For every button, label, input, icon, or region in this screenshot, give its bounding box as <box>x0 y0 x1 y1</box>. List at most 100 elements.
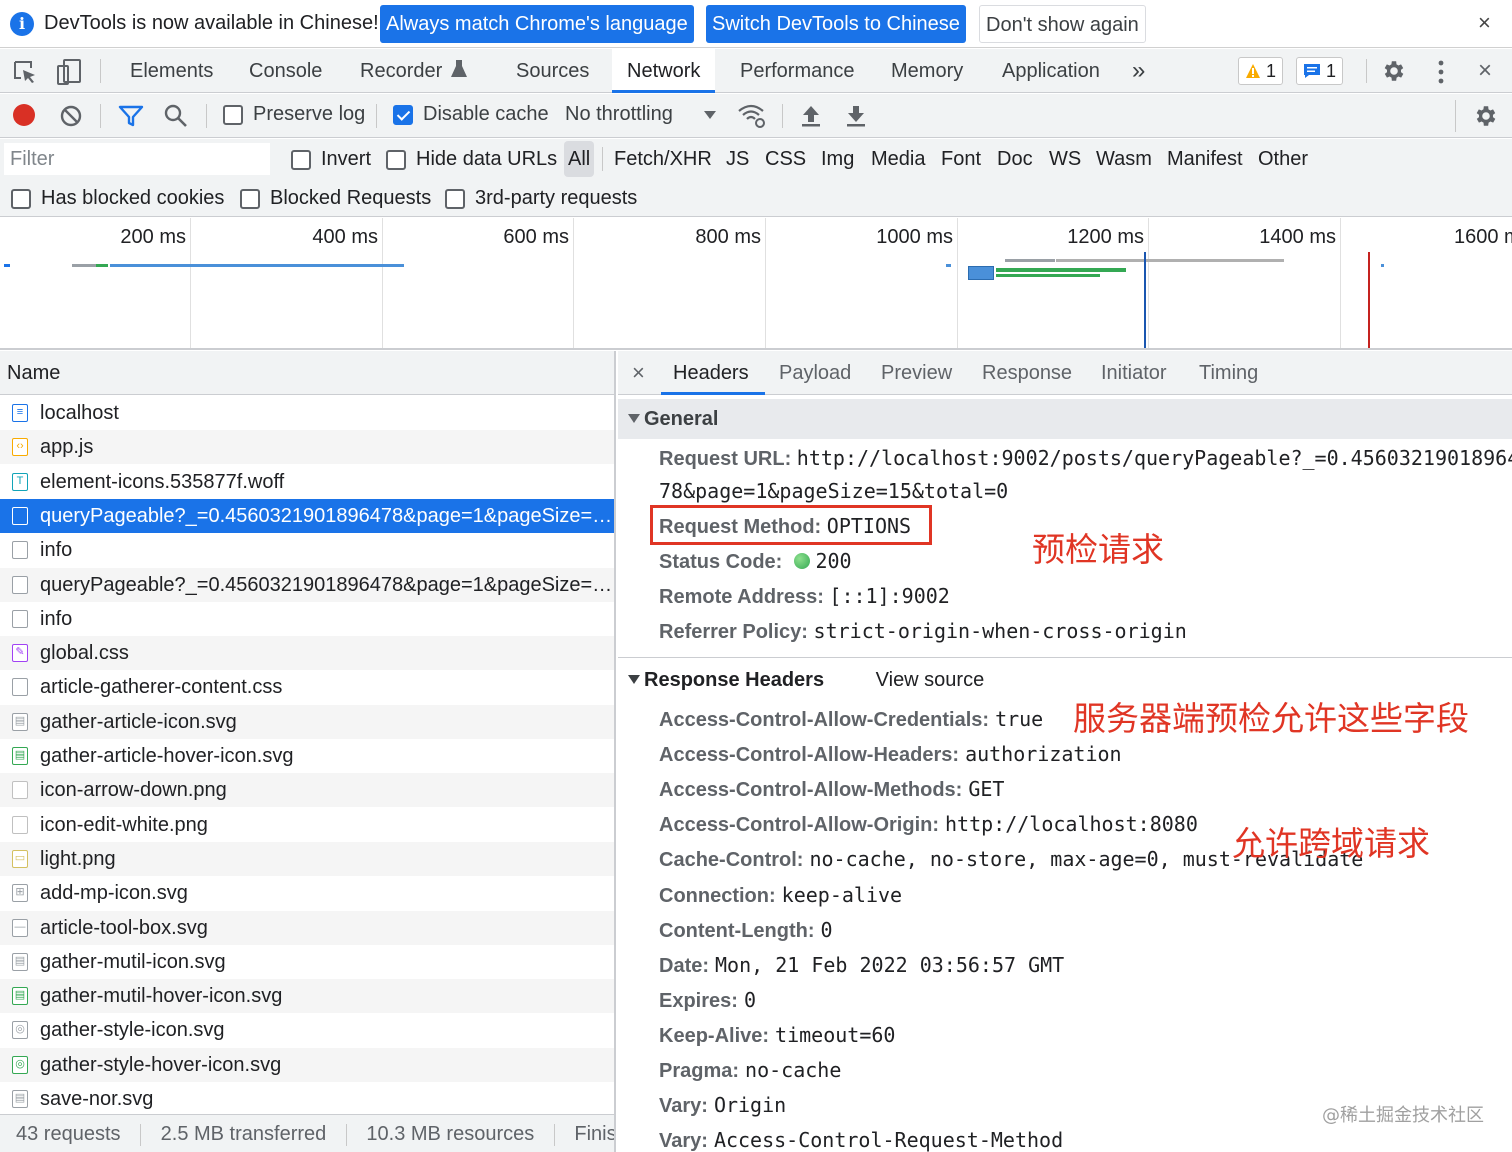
response-header-row: Access-Control-Allow-Headers: authorizati… <box>659 739 1122 769</box>
watermark: @稀土掘金技术社区 <box>1322 1105 1484 1126</box>
tab-performance[interactable]: Performance <box>740 49 855 93</box>
network-settings-gear-icon[interactable] <box>1473 103 1499 129</box>
request-method-row: Request Method: OPTIONS <box>659 511 911 541</box>
summary-finish: Finish: 1 <box>574 1123 616 1145</box>
request-row[interactable]: icon-edit-white.png <box>0 808 614 842</box>
kebab-menu-icon[interactable] <box>1436 59 1446 85</box>
detail-tab-headers[interactable]: Headers <box>661 351 765 395</box>
annotation-preflight: 预检请求 <box>1032 530 1164 569</box>
tab-memory[interactable]: Memory <box>891 49 963 93</box>
request-row[interactable]: Telement-icons.535877f.woff <box>0 465 614 499</box>
switch-to-chinese-button[interactable]: Switch DevTools to Chinese <box>706 5 966 43</box>
request-row[interactable]: ◎ gather-style-hover-icon.svg <box>0 1047 614 1082</box>
preserve-log-label: Preserve log <box>253 103 366 125</box>
blocked-requests-toggle[interactable]: Blocked Requests <box>240 187 431 210</box>
preserve-log-toggle[interactable]: Preserve log <box>223 103 365 126</box>
request-row[interactable]: ◎ gather-style-icon.svg <box>0 1013 614 1047</box>
filter-type-wasm[interactable]: Wasm <box>1092 141 1156 177</box>
request-row[interactable]: info <box>0 533 614 567</box>
tab-console[interactable]: Console <box>249 49 322 93</box>
name-column-header[interactable]: Name <box>0 351 614 395</box>
filter-type-fetch-xhr[interactable]: Fetch/XHR <box>610 141 716 177</box>
filter-type-js[interactable]: JS <box>722 141 753 177</box>
filter-type-doc[interactable]: Doc <box>993 141 1037 177</box>
filter-type-manifest[interactable]: Manifest <box>1163 141 1247 177</box>
record-icon[interactable] <box>13 104 35 126</box>
messages-badge[interactable]: 1 <box>1296 57 1344 85</box>
view-source-link[interactable]: View source <box>876 669 985 691</box>
device-toolbar-icon[interactable] <box>56 58 82 86</box>
filter-type-ws[interactable]: WS <box>1045 141 1085 177</box>
always-match-language-button[interactable]: Always match Chrome's language <box>380 5 694 43</box>
file-icon <box>12 815 28 834</box>
filter-type-all[interactable]: All <box>564 141 595 177</box>
dont-show-again-button[interactable]: Don't show again <box>979 5 1146 43</box>
request-row[interactable]: ▤ gather-mutil-hover-icon.svg <box>0 979 614 1014</box>
settings-gear-icon[interactable] <box>1381 58 1407 84</box>
hide-data-urls-toggle[interactable]: Hide data URLs <box>386 148 557 171</box>
blocked-requests-checkbox[interactable] <box>240 188 260 209</box>
network-conditions-icon[interactable] <box>737 103 767 129</box>
request-row[interactable]: info <box>0 602 614 636</box>
filter-type-css[interactable]: CSS <box>761 141 810 177</box>
tab-application[interactable]: Application <box>1002 49 1100 93</box>
invert-checkbox[interactable] <box>291 149 311 170</box>
request-row[interactable]: — article-tool-box.svg <box>0 910 614 945</box>
request-row[interactable]: icon-arrow-down.png <box>0 773 614 808</box>
filter-type-media[interactable]: Media <box>867 141 929 177</box>
request-row[interactable]: ▭ light.png <box>0 841 614 876</box>
tab-sources[interactable]: Sources <box>516 49 589 93</box>
filter-type-font[interactable]: Font <box>937 141 985 177</box>
timeline-overview[interactable]: 200 ms 400 ms 600 ms 800 ms 1000 ms 1200… <box>0 218 1512 350</box>
detail-tab-response[interactable]: Response <box>982 351 1072 395</box>
detail-tab-preview[interactable]: Preview <box>881 351 952 395</box>
hide-data-urls-label: Hide data URLs <box>416 148 558 170</box>
file-icon: ‹› <box>12 438 28 457</box>
throttling-select[interactable]: No throttling <box>565 103 717 126</box>
response-header-key: Expires: <box>659 989 738 1012</box>
tab-network[interactable]: Network <box>612 49 716 93</box>
request-row[interactable]: ▤ gather-mutil-icon.svg <box>0 945 614 979</box>
inspect-element-icon[interactable] <box>12 59 38 85</box>
filter-funnel-icon[interactable] <box>118 104 144 128</box>
search-icon[interactable] <box>163 103 189 129</box>
request-row[interactable]: ▤ save-nor.svg <box>0 1082 614 1116</box>
request-row[interactable]: queryPageable?_=0.4560321901896478&page=… <box>0 498 614 533</box>
response-header-key: Access-Control-Allow-Origin: <box>659 814 940 837</box>
detail-tab-payload[interactable]: Payload <box>779 351 851 395</box>
request-row[interactable]: ‹› app.js <box>0 430 614 465</box>
request-row[interactable]: ✎ global.css <box>0 636 614 671</box>
tab-recorder[interactable]: Recorder <box>360 49 468 93</box>
filter-type-img[interactable]: Img <box>817 141 858 177</box>
request-row[interactable]: ▤ gather-article-hover-icon.svg <box>0 739 614 773</box>
request-row[interactable]: ⊞ add-mp-icon.svg <box>0 876 614 910</box>
request-row[interactable]: article-gatherer-content.css <box>0 670 614 704</box>
request-row[interactable]: ▤ gather-article-icon.svg <box>0 704 614 739</box>
request-row[interactable]: queryPageable?_=0.4560321901896478&page=… <box>0 567 614 602</box>
general-section-header[interactable]: General <box>618 399 1512 439</box>
warnings-badge[interactable]: 1 <box>1238 57 1284 85</box>
hide-data-urls-checkbox[interactable] <box>386 149 406 170</box>
detail-tab-timing[interactable]: Timing <box>1199 351 1258 395</box>
has-blocked-cookies-checkbox[interactable] <box>11 188 31 209</box>
disable-cache-checkbox[interactable] <box>393 104 413 125</box>
request-url-value: http://localhost:9002/posts/queryPageabl… <box>796 446 1512 470</box>
third-party-toggle[interactable]: 3rd-party requests <box>445 187 637 210</box>
preserve-log-checkbox[interactable] <box>223 104 243 125</box>
clear-icon[interactable] <box>59 104 83 128</box>
tab-elements[interactable]: Elements <box>130 49 213 93</box>
filter-type-other[interactable]: Other <box>1254 141 1312 177</box>
detail-tab-initiator[interactable]: Initiator <box>1101 351 1167 395</box>
close-devtools-icon[interactable]: × <box>1478 57 1492 85</box>
request-row[interactable]: ≡ localhost <box>0 396 614 430</box>
close-detail-icon[interactable]: × <box>632 351 645 395</box>
infobar-close-icon[interactable]: × <box>1478 10 1491 36</box>
export-har-icon[interactable] <box>845 104 867 128</box>
more-tabs-icon[interactable]: » <box>1132 49 1145 93</box>
import-har-icon[interactable] <box>800 104 822 128</box>
third-party-checkbox[interactable] <box>445 188 465 209</box>
invert-toggle[interactable]: Invert <box>291 148 371 171</box>
has-blocked-cookies-toggle[interactable]: Has blocked cookies <box>11 187 224 210</box>
disable-cache-toggle[interactable]: Disable cache <box>393 103 549 126</box>
filter-input[interactable] <box>4 143 270 175</box>
